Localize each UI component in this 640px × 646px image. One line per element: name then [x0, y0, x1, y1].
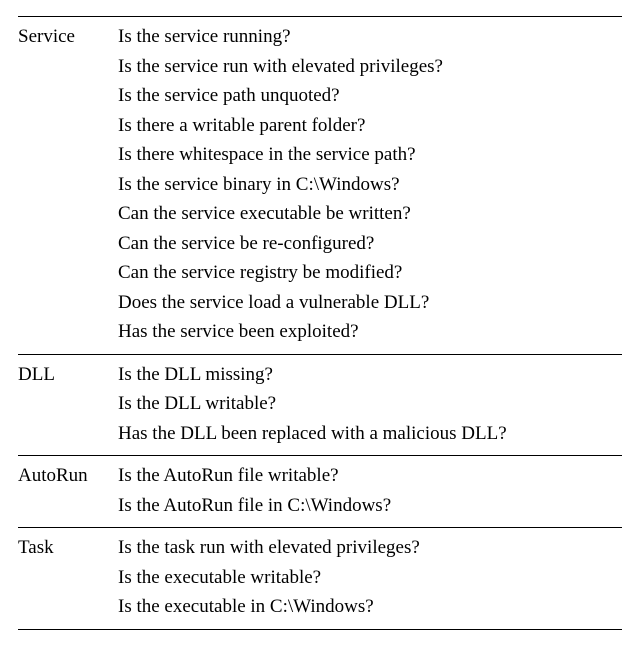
question: Is the service running? — [118, 23, 614, 53]
question: Is there a writable parent folder? — [118, 112, 614, 142]
question: Is the AutoRun file writable? — [118, 462, 614, 492]
questions-cell: Is the DLL missing? Is the DLL writable?… — [118, 354, 622, 456]
question: Is there whitespace in the service path? — [118, 141, 614, 171]
category-cell: AutoRun — [18, 456, 118, 528]
question: Can the service executable be written? — [118, 200, 614, 230]
question: Is the DLL missing? — [118, 361, 614, 391]
questions-cell: Is the task run with elevated privileges… — [118, 528, 622, 630]
question: Is the DLL writable? — [118, 390, 614, 420]
question: Is the executable in C:\Windows? — [118, 593, 614, 623]
category-cell: Task — [18, 528, 118, 630]
table-row: DLL Is the DLL missing? Is the DLL writa… — [18, 354, 622, 456]
question: Is the service binary in C:\Windows? — [118, 171, 614, 201]
questions-cell: Is the service running? Is the service r… — [118, 17, 622, 355]
questions-cell: Is the AutoRun file writable? Is the Aut… — [118, 456, 622, 528]
question: Is the service run with elevated privile… — [118, 53, 614, 83]
question: Is the executable writable? — [118, 564, 614, 594]
question: Can the service be re-configured? — [118, 230, 614, 260]
checklist-table: Service Is the service running? Is the s… — [18, 16, 622, 630]
question: Is the AutoRun file in C:\Windows? — [118, 492, 614, 522]
category-cell: DLL — [18, 354, 118, 456]
table-row: Task Is the task run with elevated privi… — [18, 528, 622, 630]
question: Has the service been exploited? — [118, 318, 614, 348]
question: Has the DLL been replaced with a malicio… — [118, 420, 614, 450]
table-row: AutoRun Is the AutoRun file writable? Is… — [18, 456, 622, 528]
category-cell: Service — [18, 17, 118, 355]
question: Can the service registry be modified? — [118, 259, 614, 289]
question: Does the service load a vulnerable DLL? — [118, 289, 614, 319]
question: Is the task run with elevated privileges… — [118, 534, 614, 564]
question: Is the service path unquoted? — [118, 82, 614, 112]
table-row: Service Is the service running? Is the s… — [18, 17, 622, 355]
